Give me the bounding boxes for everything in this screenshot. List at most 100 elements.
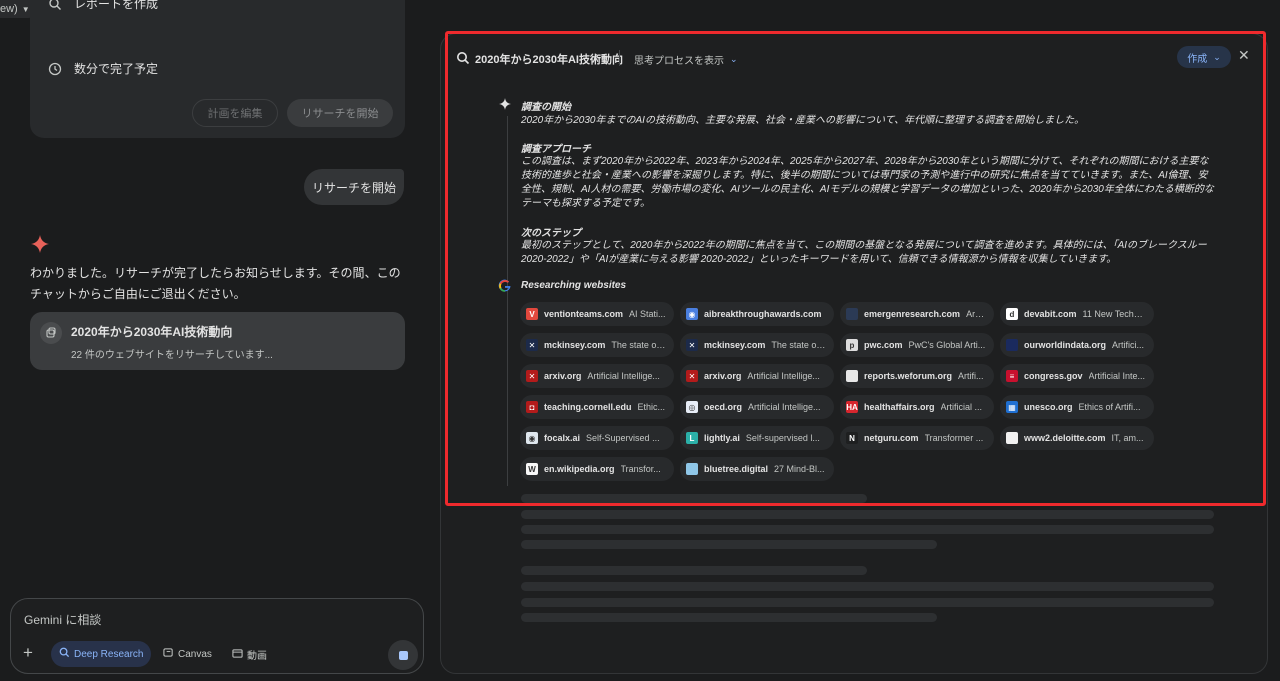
deep-research-chip[interactable]: Deep Research xyxy=(51,641,152,667)
website-domain: lightly.ai xyxy=(704,433,740,443)
favicon-icon: ✕ xyxy=(526,370,538,382)
website-chip[interactable]: ourworldindata.org Artifici... xyxy=(1000,333,1154,357)
website-title: Arti... xyxy=(966,309,986,319)
favicon-icon: ✕ xyxy=(526,339,538,351)
website-chip[interactable]: ◘ teaching.cornell.edu Ethic... xyxy=(520,395,674,419)
website-chip[interactable]: ✕ arxiv.org Artificial Intellige... xyxy=(680,364,834,388)
section-heading: 調査の開始 xyxy=(521,102,571,113)
favicon-icon: ▦ xyxy=(1006,401,1018,413)
website-chip[interactable]: emergenresearch.com Arti... xyxy=(840,302,994,326)
assistant-reply: わかりました。リサーチが完了したらお知らせします。その間、このチャットからご自由… xyxy=(30,266,401,301)
website-domain: healthaffairs.org xyxy=(864,402,935,412)
prompt-composer[interactable]: Gemini に相談 + Deep Research Canvas 動画 xyxy=(10,598,424,674)
add-icon[interactable]: + xyxy=(23,643,33,663)
favicon-icon xyxy=(1006,339,1018,351)
favicon-icon xyxy=(846,370,858,382)
website-domain: teaching.cornell.edu xyxy=(544,402,632,412)
clock-icon xyxy=(48,62,62,76)
chevron-down-icon: ⌄ xyxy=(1213,51,1221,62)
website-chip[interactable]: ◎ oecd.org Artificial Intellige... xyxy=(680,395,834,419)
website-chip[interactable]: ≡ congress.gov Artificial Inte... xyxy=(1000,364,1154,388)
favicon-icon xyxy=(846,308,858,320)
stop-icon xyxy=(398,650,408,660)
website-chip[interactable]: bluetree.digital 27 Mind-Bl... xyxy=(680,457,834,481)
website-chip[interactable]: Wen.wikipedia.org Transfor... xyxy=(520,457,674,481)
website-title: Artificial Inte... xyxy=(1088,371,1146,381)
website-domain: pwc.com xyxy=(864,340,903,350)
favicon-icon: ◎ xyxy=(686,401,698,413)
website-chip[interactable]: HA healthaffairs.org Artificial ... xyxy=(840,395,994,419)
website-title: 27 Mind-Bl... xyxy=(774,464,825,474)
website-domain: arxiv.org xyxy=(544,371,582,381)
stop-button[interactable] xyxy=(388,640,418,670)
researching-websites-label: Researching websites xyxy=(521,280,627,291)
loading-skeleton xyxy=(521,494,867,503)
loading-skeleton xyxy=(521,598,1214,607)
loading-skeleton xyxy=(521,510,1214,519)
website-domain: ourworldindata.org xyxy=(1024,340,1106,350)
favicon-icon xyxy=(686,463,698,475)
website-title: IT, am... xyxy=(1111,433,1144,443)
thinking-toggle[interactable]: 思考プロセスを表示 ⌄ xyxy=(634,52,738,67)
website-title: The state of... xyxy=(611,340,666,350)
website-chip[interactable]: Nnetguru.com Transformer ... xyxy=(840,426,994,450)
loading-skeleton xyxy=(521,582,1214,591)
section-heading: 次のステップ xyxy=(521,228,581,239)
website-title: Artifi... xyxy=(958,371,984,381)
timeline-line xyxy=(507,116,508,486)
website-title: Artificial Intellige... xyxy=(587,371,660,381)
deep-research-icon xyxy=(456,51,470,65)
favicon-icon: W xyxy=(526,463,538,475)
google-icon xyxy=(498,279,512,293)
plan-row-report: レポートを作成 xyxy=(48,0,158,12)
favicon-icon xyxy=(1006,432,1018,444)
website-chip[interactable]: ✕ arxiv.org Artificial Intellige... xyxy=(520,364,674,388)
website-domain: en.wikipedia.org xyxy=(544,464,615,474)
loading-skeleton xyxy=(521,613,937,622)
website-title: Ethic... xyxy=(637,402,666,412)
website-domain: bluetree.digital xyxy=(704,464,769,474)
website-domain: arxiv.org xyxy=(704,371,742,381)
research-icon xyxy=(40,322,62,344)
prompt-input[interactable]: Gemini に相談 xyxy=(24,611,101,628)
sparkle-icon xyxy=(498,97,512,111)
research-progress-card[interactable]: 2020年から2030年AI技術動向 22 件のウェブサイトをリサーチしています… xyxy=(30,312,405,370)
website-domain: focalx.ai xyxy=(544,433,581,443)
report-icon xyxy=(48,0,62,11)
canvas-tool[interactable]: Canvas xyxy=(163,647,212,661)
close-icon[interactable]: ✕ xyxy=(1238,47,1250,64)
website-chip[interactable]: Llightly.ai Self-supervised l... xyxy=(680,426,834,450)
favicon-icon: ✕ xyxy=(686,339,698,351)
website-chip[interactable]: p pwc.com PwC's Global Arti... xyxy=(840,333,994,357)
website-domain: congress.gov xyxy=(1024,371,1083,381)
website-chip[interactable]: ◉aibreakthroughawards.com... xyxy=(680,302,834,326)
website-domain: mckinsey.com xyxy=(544,340,606,350)
video-label: 動画 xyxy=(247,651,267,662)
start-research-button[interactable]: リサーチを開始 xyxy=(287,99,393,127)
section-body: 2020年から2030年までのAIの技術動向、主要な発展、社会・産業への影響につ… xyxy=(521,115,1085,126)
website-chip[interactable]: ✕ mckinsey.com The state of... xyxy=(520,333,674,357)
website-domain: devabit.com xyxy=(1024,309,1077,319)
create-button[interactable]: 作成 ⌄ xyxy=(1177,46,1231,68)
website-title: 11 New Techn... xyxy=(1082,309,1146,319)
section-body: 最初のステップとして、2020年から2022年の期間に焦点を当て、この期間の基盤… xyxy=(521,240,1207,265)
edit-plan-button[interactable]: 計画を編集 xyxy=(192,99,278,127)
website-title: Artificial ... xyxy=(940,402,983,412)
website-chip[interactable]: ▦ unesco.org Ethics of Artifi... xyxy=(1000,395,1154,419)
website-chip[interactable]: d devabit.com 11 New Techn... xyxy=(1000,302,1154,326)
website-domain: unesco.org xyxy=(1024,402,1073,412)
website-title: Transfor... xyxy=(620,464,661,474)
favicon-icon: HA xyxy=(846,401,858,413)
website-chip[interactable]: reports.weforum.org Artifi... xyxy=(840,364,994,388)
website-chip[interactable]: ✕ mckinsey.com The state of... xyxy=(680,333,834,357)
canvas-icon xyxy=(163,647,174,661)
website-chip[interactable]: www2.deloitte.com IT, am... xyxy=(1000,426,1154,450)
video-tool[interactable]: 動画 xyxy=(232,647,267,662)
website-domain: ventionteams.com xyxy=(544,309,624,319)
canvas-label: Canvas xyxy=(178,648,212,660)
website-list: Vventionteams.com AI Stati... ◉ aibreakthro… xyxy=(520,302,1160,481)
research-panel: 2020年から2030年AI技術動向 思考プロセスを表示 ⌄ 作成 ⌄ ✕ 調査… xyxy=(440,33,1268,674)
website-chip[interactable]: ◉ focalx.ai Self-Supervised ... xyxy=(520,426,674,450)
website-chip[interactable]: Vventionteams.com AI Stati... xyxy=(520,302,674,326)
loading-skeleton xyxy=(521,540,937,549)
